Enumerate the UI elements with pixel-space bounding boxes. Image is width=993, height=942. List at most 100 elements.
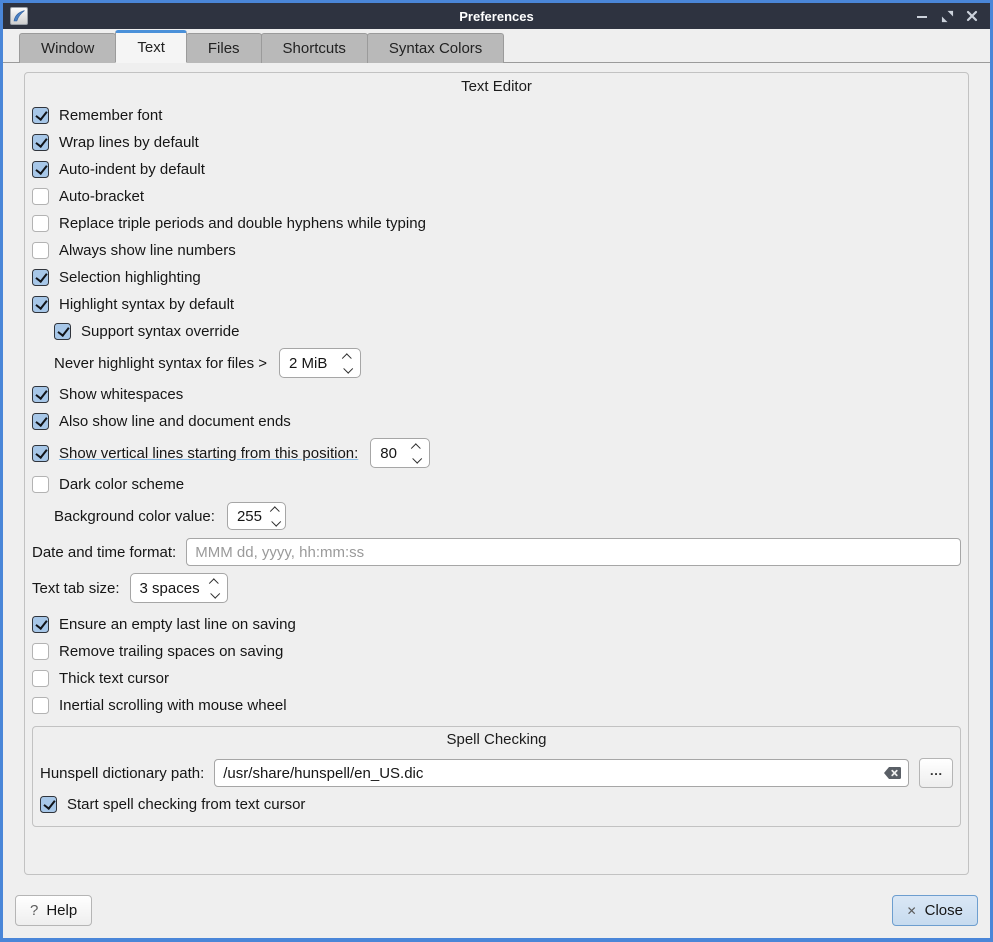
tab-syntax-colors[interactable]: Syntax Colors [367,33,504,63]
option-label[interactable]: Remember font [59,107,162,124]
vertical-lines-row: Show vertical lines starting from this p… [32,435,961,471]
option-label[interactable]: Highlight syntax by default [59,296,234,313]
checkbox-selection-highlighting[interactable] [32,269,49,286]
tab-window[interactable]: Window [19,33,116,63]
chevron-up-icon[interactable] [411,443,421,453]
checkbox-wrap-lines[interactable] [32,134,49,151]
spinbox-arrows [262,507,279,526]
checkbox-inertial-scrolling[interactable] [32,697,49,714]
window-title: Preferences [3,9,990,24]
restore-icon[interactable] [939,8,955,24]
chevron-up-icon[interactable] [270,506,280,516]
checkbox-auto-bracket[interactable] [32,188,49,205]
option-label[interactable]: Start spell checking from text cursor [67,796,305,813]
option-label[interactable]: Thick text cursor [59,670,169,687]
option-row: Thick text cursor [32,665,961,692]
option-row: Ensure an empty last line on saving [32,611,961,638]
close-button[interactable]: ✕ Close [892,895,978,926]
checkbox-remove-trailing-spaces[interactable] [32,643,49,660]
close-window-icon[interactable] [964,8,980,24]
question-icon: ? [30,902,38,919]
option-label[interactable]: Wrap lines by default [59,134,199,151]
chevron-down-icon[interactable] [413,453,423,463]
bg-color-spinbox[interactable]: 255 [227,502,286,530]
spell-group-title: Spell Checking [40,731,953,749]
titlebar: Preferences [3,3,990,29]
checkbox-line-numbers[interactable] [32,242,49,259]
option-row: Inertial scrolling with mouse wheel [32,692,961,719]
tab-label: Files [208,40,240,57]
option-row: Replace triple periods and double hyphen… [32,210,961,237]
option-label[interactable]: Replace triple periods and double hyphen… [59,215,426,232]
option-row: Remember font [32,102,961,129]
option-label[interactable]: Always show line numbers [59,242,236,259]
checkbox-show-ends[interactable] [32,413,49,430]
never-highlight-spinbox[interactable]: 2 MiB [279,348,361,378]
option-label[interactable]: Dark color scheme [59,476,184,493]
help-button[interactable]: ? Help [15,895,92,926]
chevron-down-icon[interactable] [210,588,220,598]
tab-label: Syntax Colors [389,40,482,57]
checkbox-thick-cursor[interactable] [32,670,49,687]
minimize-icon[interactable] [914,8,930,24]
chevron-down-icon[interactable] [343,363,353,373]
tab-files[interactable]: Files [186,33,262,63]
vertical-lines-label[interactable]: Show vertical lines starting from this p… [59,445,358,462]
option-row: Remove trailing spaces on saving [32,638,961,665]
checkbox-highlight-syntax[interactable] [32,296,49,313]
option-row: Selection highlighting [32,264,961,291]
spinbox-value: 3 spaces [140,580,200,597]
spinbox-value: 80 [380,445,397,462]
option-label[interactable]: Support syntax override [81,323,239,340]
datetime-format-input[interactable] [186,538,961,566]
featherpad-icon [12,9,26,23]
spinbox-arrows [403,444,420,463]
never-highlight-row: Never highlight syntax for files > 2 MiB [54,345,961,381]
chevron-up-icon[interactable] [208,578,218,588]
option-label[interactable]: Inertial scrolling with mouse wheel [59,697,287,714]
tab-text[interactable]: Text [115,30,187,63]
spinbox-value: 255 [237,508,262,525]
tab-size-row: Text tab size: 3 spaces [32,570,961,606]
option-label[interactable]: Selection highlighting [59,269,201,286]
option-row: Start spell checking from text cursor [40,791,953,818]
option-label[interactable]: Remove trailing spaces on saving [59,643,283,660]
option-row: Also show line and document ends [32,408,961,435]
option-label[interactable]: Ensure an empty last line on saving [59,616,296,633]
text-editor-group: Text Editor Remember font Wrap lines by … [24,72,969,875]
datetime-row: Date and time format: [32,534,961,570]
checkbox-start-spell-cursor[interactable] [40,796,57,813]
option-label[interactable]: Auto-bracket [59,188,144,205]
tab-shortcuts[interactable]: Shortcuts [261,33,368,63]
checkbox-auto-indent[interactable] [32,161,49,178]
vertical-lines-spinbox[interactable]: 80 [370,438,430,468]
option-label[interactable]: Also show line and document ends [59,413,291,430]
checkbox-dark-scheme[interactable] [32,476,49,493]
browse-button[interactable]: … [919,758,953,788]
tab-label: Shortcuts [283,40,346,57]
option-row: Auto-indent by default [32,156,961,183]
help-button-label: Help [46,902,77,919]
option-row: Support syntax override [54,318,961,345]
chevron-down-icon[interactable] [271,516,281,526]
app-icon-tile [10,7,28,25]
option-label[interactable]: Auto-indent by default [59,161,205,178]
checkbox-replace-periods[interactable] [32,215,49,232]
checkbox-empty-last-line[interactable] [32,616,49,633]
option-label[interactable]: Show whitespaces [59,386,183,403]
checkbox-show-whitespaces[interactable] [32,386,49,403]
hunspell-path-input[interactable] [214,759,909,787]
text-tab-pane: Text Editor Remember font Wrap lines by … [3,63,990,938]
chevron-up-icon[interactable] [342,353,352,363]
checkbox-remember-font[interactable] [32,107,49,124]
tab-size-spinbox[interactable]: 3 spaces [130,573,228,603]
dialog-footer: ? Help ✕ Close [15,895,978,926]
checkbox-syntax-override[interactable] [54,323,71,340]
clear-text-icon[interactable] [883,766,902,780]
spell-checking-group: Spell Checking Hunspell dictionary path:… [32,726,961,827]
tab-size-label: Text tab size: [32,580,120,597]
group-title: Text Editor [32,78,961,96]
never-highlight-label: Never highlight syntax for files > [54,355,267,372]
option-row: Dark color scheme [32,471,961,498]
checkbox-vertical-lines[interactable] [32,445,49,462]
